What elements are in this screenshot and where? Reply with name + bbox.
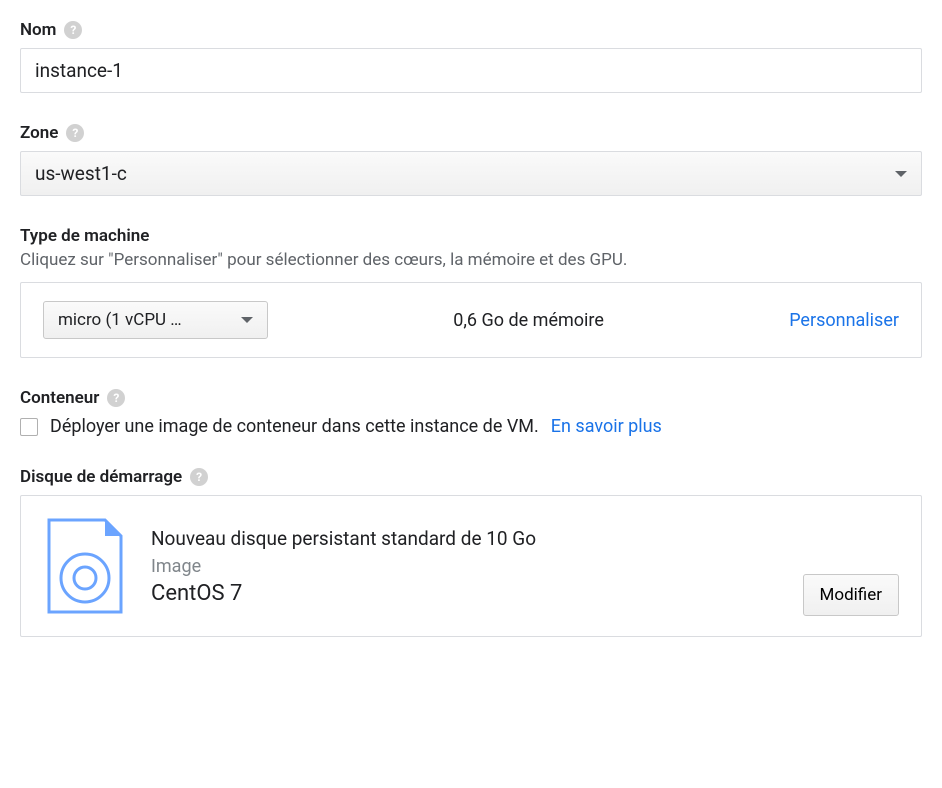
zone-label: Zone [20, 123, 58, 143]
modify-button[interactable]: Modifier [803, 574, 899, 616]
zone-field-group: Zone ? us-west1-c [20, 123, 922, 196]
boot-disk-group: Disque de démarrage ? Nouveau disque per… [20, 467, 922, 637]
learn-more-link[interactable]: En savoir plus [551, 416, 662, 437]
help-icon[interactable]: ? [64, 21, 82, 39]
boot-disk-os: CentOS 7 [151, 581, 779, 606]
container-deploy-checkbox[interactable] [20, 418, 38, 436]
name-input[interactable] [20, 48, 922, 93]
boot-disk-label: Disque de démarrage [20, 467, 182, 487]
help-icon[interactable]: ? [66, 124, 84, 142]
chevron-down-icon [895, 171, 907, 177]
machine-type-description: Cliquez sur "Personnaliser" pour sélecti… [20, 250, 922, 270]
machine-type-select-value: micro (1 vCPU … [58, 310, 182, 330]
zone-select[interactable]: us-west1-c [20, 151, 922, 196]
machine-type-box: micro (1 vCPU … 0,6 Go de mémoire Person… [20, 282, 922, 358]
name-field-group: Nom ? [20, 20, 922, 93]
container-checkbox-label: Déployer une image de conteneur dans cet… [50, 416, 539, 437]
machine-type-group: Type de machine Cliquez sur "Personnalis… [20, 226, 922, 358]
boot-disk-box: Nouveau disque persistant standard de 10… [20, 495, 922, 637]
boot-disk-title: Nouveau disque persistant standard de 10… [151, 527, 779, 550]
disk-icon [43, 516, 127, 616]
customize-link[interactable]: Personnaliser [789, 310, 899, 331]
zone-select-value: us-west1-c [35, 162, 127, 185]
name-label: Nom [20, 20, 56, 40]
help-icon[interactable]: ? [107, 389, 125, 407]
machine-type-select[interactable]: micro (1 vCPU … [43, 301, 268, 339]
machine-memory-text: 0,6 Go de mémoire [292, 310, 765, 331]
chevron-down-icon [241, 317, 253, 323]
container-group: Conteneur ? Déployer une image de conten… [20, 388, 922, 437]
machine-type-label: Type de machine [20, 226, 149, 246]
help-icon[interactable]: ? [190, 468, 208, 486]
container-label: Conteneur [20, 388, 99, 408]
boot-disk-image-label: Image [151, 556, 779, 577]
boot-disk-info: Nouveau disque persistant standard de 10… [151, 527, 779, 606]
